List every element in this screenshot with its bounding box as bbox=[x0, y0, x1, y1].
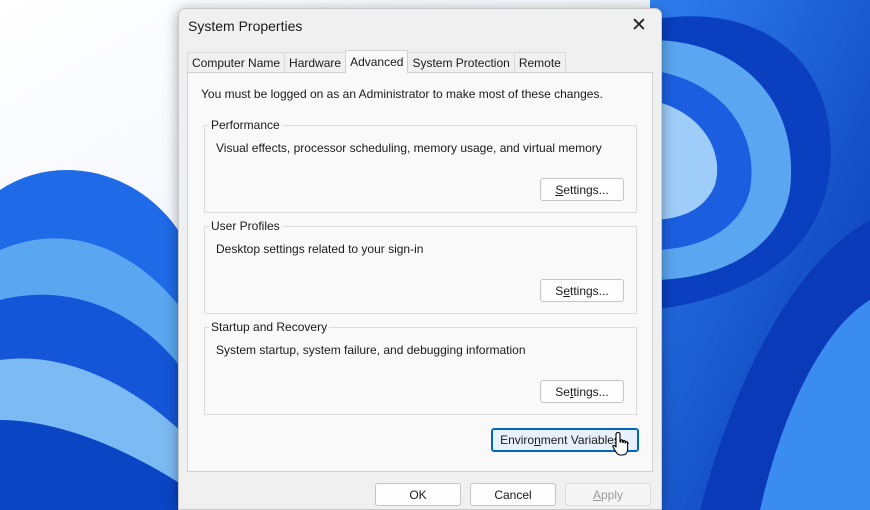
hand-pointer-cursor bbox=[612, 431, 629, 456]
mnemonic-underline: n bbox=[534, 433, 541, 447]
mnemonic-underline: A bbox=[592, 487, 601, 502]
startup-recovery-group-label: Startup and Recovery bbox=[209, 320, 330, 334]
tab-strip: Computer Name Hardware Advanced System P… bbox=[187, 50, 566, 73]
user-profiles-group: User Profiles Desktop settings related t… bbox=[204, 219, 637, 314]
performance-group-label: Performance bbox=[209, 118, 282, 132]
close-button[interactable]: ✕ bbox=[617, 9, 661, 41]
user-profiles-description: Desktop settings related to your sign-in bbox=[216, 242, 424, 256]
startup-recovery-settings-button[interactable]: Se t tings... bbox=[540, 380, 624, 403]
tab-remote[interactable]: Remote bbox=[513, 52, 566, 72]
ok-button[interactable]: OK bbox=[375, 483, 461, 506]
title-bar[interactable]: System Properties ✕ bbox=[179, 9, 661, 43]
tab-computer-name[interactable]: Computer Name bbox=[187, 52, 286, 72]
cancel-button[interactable]: Cancel bbox=[470, 483, 556, 506]
admin-note: You must be logged on as an Administrato… bbox=[201, 87, 603, 101]
close-icon: ✕ bbox=[631, 14, 647, 36]
window-title: System Properties bbox=[188, 18, 303, 34]
user-profiles-settings-button[interactable]: Se ttings... bbox=[540, 279, 624, 302]
desktop: System Properties ✕ Computer Name Hardwa… bbox=[0, 0, 870, 510]
performance-settings-button[interactable]: Settings... bbox=[540, 178, 624, 201]
advanced-tab-page: You must be logged on as an Administrato… bbox=[187, 72, 653, 472]
mnemonic-underline: e bbox=[563, 283, 570, 298]
mnemonic-underline: S bbox=[555, 182, 564, 197]
tab-system-protection[interactable]: System Protection bbox=[407, 52, 515, 72]
tab-advanced[interactable]: Advanced bbox=[345, 50, 409, 73]
system-properties-dialog: System Properties ✕ Computer Name Hardwa… bbox=[178, 8, 662, 510]
performance-description: Visual effects, processor scheduling, me… bbox=[216, 141, 602, 155]
startup-recovery-description: System startup, system failure, and debu… bbox=[216, 343, 526, 357]
tab-hardware[interactable]: Hardware bbox=[284, 52, 347, 72]
startup-recovery-group: Startup and Recovery System startup, sys… bbox=[204, 320, 637, 415]
user-profiles-group-label: User Profiles bbox=[209, 219, 282, 233]
apply-button[interactable]: Apply bbox=[565, 483, 651, 506]
performance-group: Performance Visual effects, processor sc… bbox=[204, 118, 637, 213]
